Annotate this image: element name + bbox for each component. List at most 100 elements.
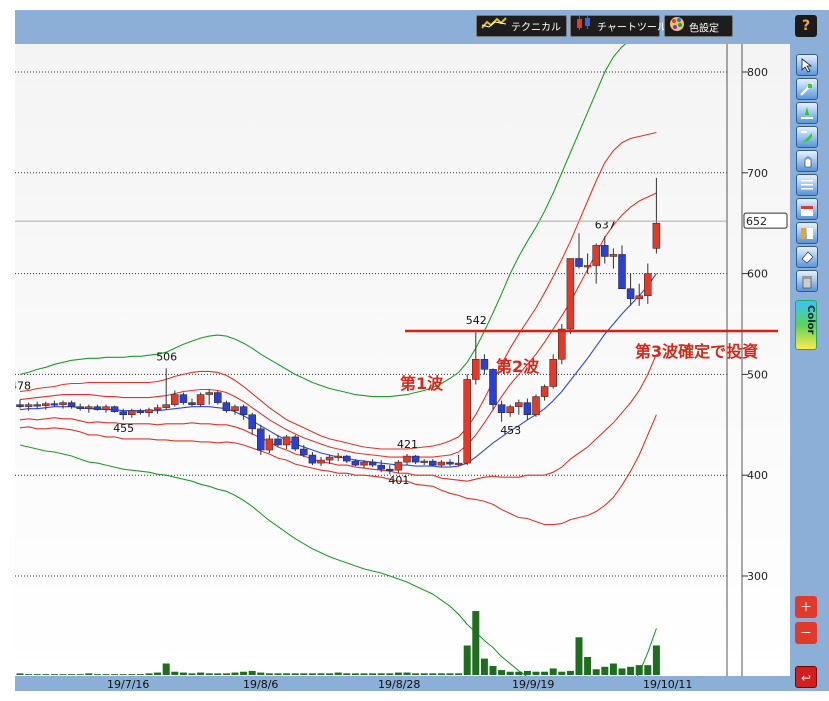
volume-bar [25, 674, 33, 675]
palette-icon [669, 16, 685, 41]
right-toolbar [790, 44, 829, 691]
volume-bar [575, 637, 583, 675]
candle-body [386, 468, 394, 471]
candle-body [24, 404, 33, 407]
chart-tool-label: チャートツール [597, 22, 667, 34]
volume-bar [429, 673, 437, 675]
price-label: 506 [156, 350, 177, 363]
fib-icon [801, 131, 812, 143]
candle-body [179, 394, 188, 403]
candle-body [411, 455, 420, 463]
y-tick-label: 400 [747, 469, 768, 482]
eraser-tool-button[interactable] [796, 246, 818, 268]
color-button[interactable]: Color [795, 300, 817, 350]
color-setting-button[interactable]: 色設定 [664, 15, 733, 37]
volume-bar [463, 645, 471, 675]
volume-bar [584, 656, 592, 675]
y-tick-label: 300 [747, 570, 768, 583]
candle-body [403, 455, 411, 463]
technical-icon [481, 16, 507, 39]
technical-button[interactable]: テクニカル [476, 15, 567, 37]
volume-plus-button[interactable]: ＋ [795, 596, 817, 618]
calendar-tool-button[interactable] [796, 198, 818, 220]
candle-body [575, 258, 583, 267]
candle-body [429, 460, 437, 466]
volume-bar [480, 658, 488, 675]
candle-body [33, 404, 41, 407]
fib-tool-button[interactable] [796, 126, 818, 148]
cursor-tool-button[interactable] [796, 54, 818, 76]
volume-minus-button[interactable]: － [795, 622, 817, 644]
price-chart[interactable]: 800 700 600 500 400 300 478 506 455 421 401 542 453… [15, 44, 790, 676]
volume-bar [16, 673, 24, 675]
horizontal-line-tool-button[interactable] [796, 102, 818, 124]
volume-bar [532, 671, 540, 675]
volume-bar [558, 671, 566, 675]
count-tool-button[interactable] [796, 222, 818, 244]
volume-bar [437, 673, 445, 675]
hand-tool-button[interactable] [796, 150, 818, 172]
volume-bar [394, 672, 402, 675]
exit-button[interactable]: ↩ [795, 666, 817, 688]
candle-body [644, 273, 652, 297]
volume-bar [33, 674, 41, 675]
candle-body [583, 265, 592, 268]
eraser-icon [801, 251, 814, 264]
candle-body [343, 455, 351, 462]
volume-bar [154, 672, 162, 675]
candle-body [626, 288, 635, 300]
candle-body [437, 461, 446, 466]
annotation-wave-3: 第3波確定で投資 [635, 342, 758, 361]
help-button[interactable]: ? [795, 15, 817, 37]
volume-bar [179, 672, 187, 675]
candle-body [308, 454, 317, 464]
chart-tool-button[interactable]: チャートツール [570, 15, 667, 37]
trendline-tool-button[interactable] [796, 78, 818, 100]
date-axis: 19/7/16 19/8/6 19/8/28 19/9/19 19/10/11 [15, 676, 790, 691]
volume-bar [119, 674, 127, 675]
volume-bar [136, 674, 144, 675]
volume-bar [283, 673, 291, 675]
volume-bar [257, 672, 265, 675]
volume-bar [240, 671, 248, 675]
candle-body [128, 410, 136, 415]
candle-body [652, 222, 661, 249]
color-label: Color [805, 305, 816, 335]
volume-bar [489, 665, 497, 675]
volume-bar [369, 673, 377, 675]
volume-bar [360, 673, 368, 675]
candle-body [42, 403, 50, 406]
calendar-icon [801, 206, 813, 216]
lines-icon [801, 180, 813, 190]
candle-body [377, 464, 385, 470]
volume-bar [506, 671, 514, 675]
candle-body [222, 402, 231, 411]
candle-body [532, 396, 540, 415]
lines-tool-button[interactable] [796, 174, 818, 196]
date-label: 19/7/16 [107, 678, 149, 691]
technical-label: テクニカル [511, 22, 561, 34]
candle-body [248, 414, 256, 430]
candle-body [540, 386, 549, 397]
volume-bar [498, 670, 506, 675]
candle-body [558, 328, 566, 360]
candle-body [446, 461, 454, 465]
price-label: 637 [595, 218, 616, 231]
volume-bar [515, 671, 523, 675]
volume-bar [377, 673, 385, 675]
candle [291, 434, 299, 452]
candle-body [618, 254, 626, 289]
candle [463, 374, 471, 466]
volume-bar [197, 672, 205, 675]
candle-body [454, 462, 463, 465]
volume-bar [68, 674, 76, 675]
candle-body [119, 411, 127, 415]
color-setting-label: 色設定 [689, 23, 719, 35]
volume-minus-icon: － [799, 626, 812, 640]
volume-bar [85, 673, 93, 675]
candle-body [635, 295, 643, 300]
volume-bar [523, 670, 531, 675]
volume-bar [472, 611, 480, 675]
volume-bar [162, 663, 170, 675]
trash-tool-button[interactable] [796, 270, 818, 292]
